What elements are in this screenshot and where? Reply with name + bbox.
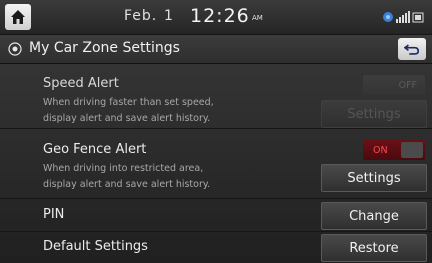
clock-time: 12:26 <box>190 5 250 27</box>
geo-fence-alert-desc-2: display alert and save alert history. <box>43 179 211 190</box>
speed-alert-desc-1: When driving faster than set speed, <box>43 97 214 108</box>
home-icon <box>11 10 25 24</box>
page-title: My Car Zone Settings <box>29 40 180 56</box>
geo-fence-alert-row: Geo Fence Alert When driving into restri… <box>0 129 432 199</box>
pin-change-label: Change <box>349 208 399 224</box>
speed-alert-settings-button: Settings <box>321 100 427 128</box>
geo-fence-alert-desc-1: When driving into restricted area, <box>43 163 204 174</box>
status-bar: Feb. 1 12:26 AM <box>0 0 432 35</box>
date-month: Feb. <box>124 8 158 24</box>
default-settings-title: Default Settings <box>43 239 148 254</box>
geo-fence-alert-toggle[interactable]: ON <box>363 140 425 160</box>
pin-row: PIN Change <box>0 199 432 232</box>
speed-alert-settings-label: Settings <box>347 106 401 122</box>
speed-alert-desc-2: display alert and save alert history. <box>43 113 211 124</box>
pin-change-button[interactable]: Change <box>321 202 427 230</box>
pin-title: PIN <box>43 207 65 222</box>
clock-ampm: AM <box>252 14 263 22</box>
geo-fence-alert-toggle-label: ON <box>373 144 388 156</box>
car-settings-screen: Feb. 1 12:26 AM My Car Zone Settings Spe… <box>0 0 432 263</box>
geo-fence-alert-title: Geo Fence Alert <box>43 142 147 157</box>
speed-alert-toggle-label: OFF <box>398 79 417 91</box>
title-bar: My Car Zone Settings <box>0 35 432 64</box>
back-button[interactable] <box>398 38 426 60</box>
date-day: 1 <box>164 8 173 24</box>
default-settings-row: Default Settings Restore <box>0 232 432 263</box>
speed-alert-toggle[interactable]: OFF <box>363 75 425 95</box>
geo-fence-settings-button[interactable]: Settings <box>321 164 427 192</box>
speed-alert-title: Speed Alert <box>43 76 119 91</box>
signal-icon <box>383 11 424 23</box>
geo-fence-settings-label: Settings <box>347 170 401 186</box>
restore-label: Restore <box>349 240 399 256</box>
back-icon <box>404 43 420 55</box>
speed-alert-row: Speed Alert When driving faster than set… <box>0 64 432 129</box>
home-button[interactable] <box>5 4 31 30</box>
toggle-knob <box>401 142 423 158</box>
restore-button[interactable]: Restore <box>321 234 427 262</box>
navigation-target-icon <box>8 42 22 56</box>
